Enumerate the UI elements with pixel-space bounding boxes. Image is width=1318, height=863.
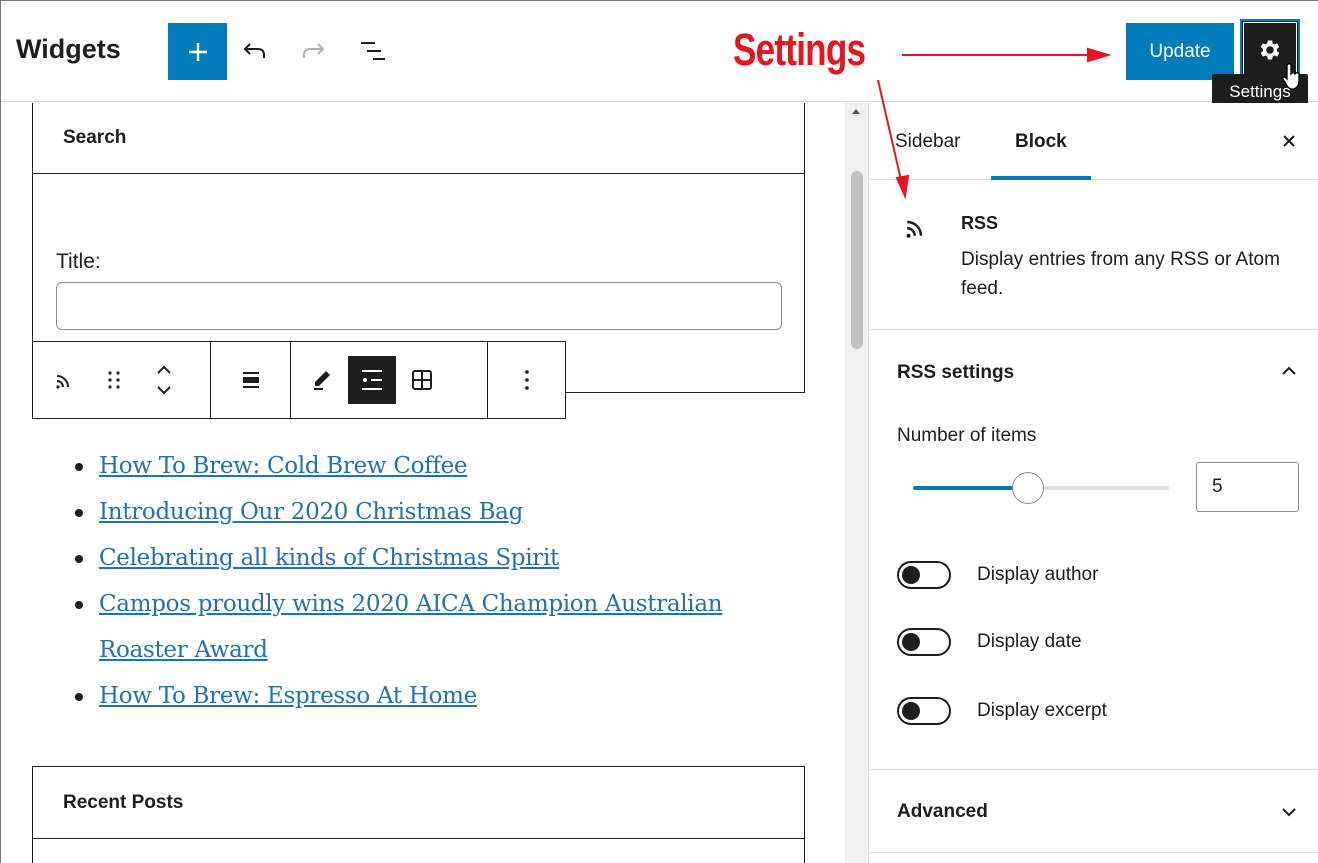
window-frame xyxy=(0,0,1318,863)
